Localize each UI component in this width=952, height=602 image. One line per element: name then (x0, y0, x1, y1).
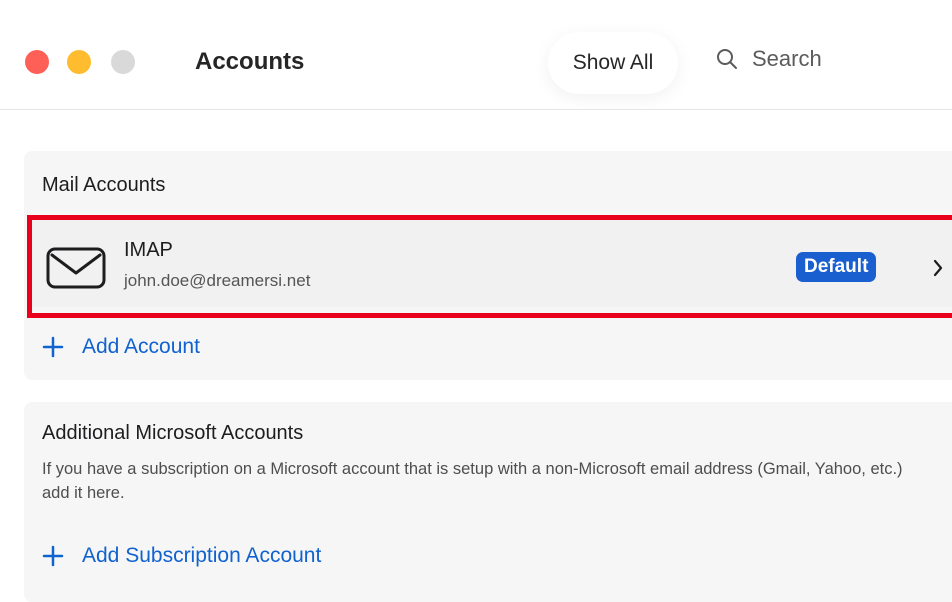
microsoft-accounts-title: Additional Microsoft Accounts (42, 422, 304, 444)
search-field[interactable]: Search (716, 46, 822, 72)
zoom-window-button[interactable] (111, 50, 135, 74)
minimize-window-button[interactable] (67, 50, 91, 74)
show-all-button[interactable]: Show All (548, 32, 678, 94)
search-icon (717, 49, 737, 69)
mail-accounts-title: Mail Accounts (42, 174, 166, 196)
add-subscription-account-button[interactable]: Add Subscription Account (42, 544, 321, 568)
search-placeholder: Search (752, 46, 822, 71)
add-account-label: Add Account (82, 335, 200, 358)
add-subscription-account-label: Add Subscription Account (82, 544, 322, 567)
close-window-button[interactable] (25, 50, 49, 74)
microsoft-accounts-description: If you have a subscription on a Microsof… (42, 460, 903, 502)
add-account-button[interactable]: Add Account (42, 335, 200, 359)
plus-icon (42, 545, 64, 567)
window-titlebar: Accounts Show All Search (0, 0, 952, 110)
plus-icon (42, 336, 64, 358)
selection-highlight (27, 215, 952, 318)
window-title: Accounts (195, 48, 305, 75)
microsoft-accounts-section: Additional Microsoft Accounts If you hav… (24, 402, 952, 602)
